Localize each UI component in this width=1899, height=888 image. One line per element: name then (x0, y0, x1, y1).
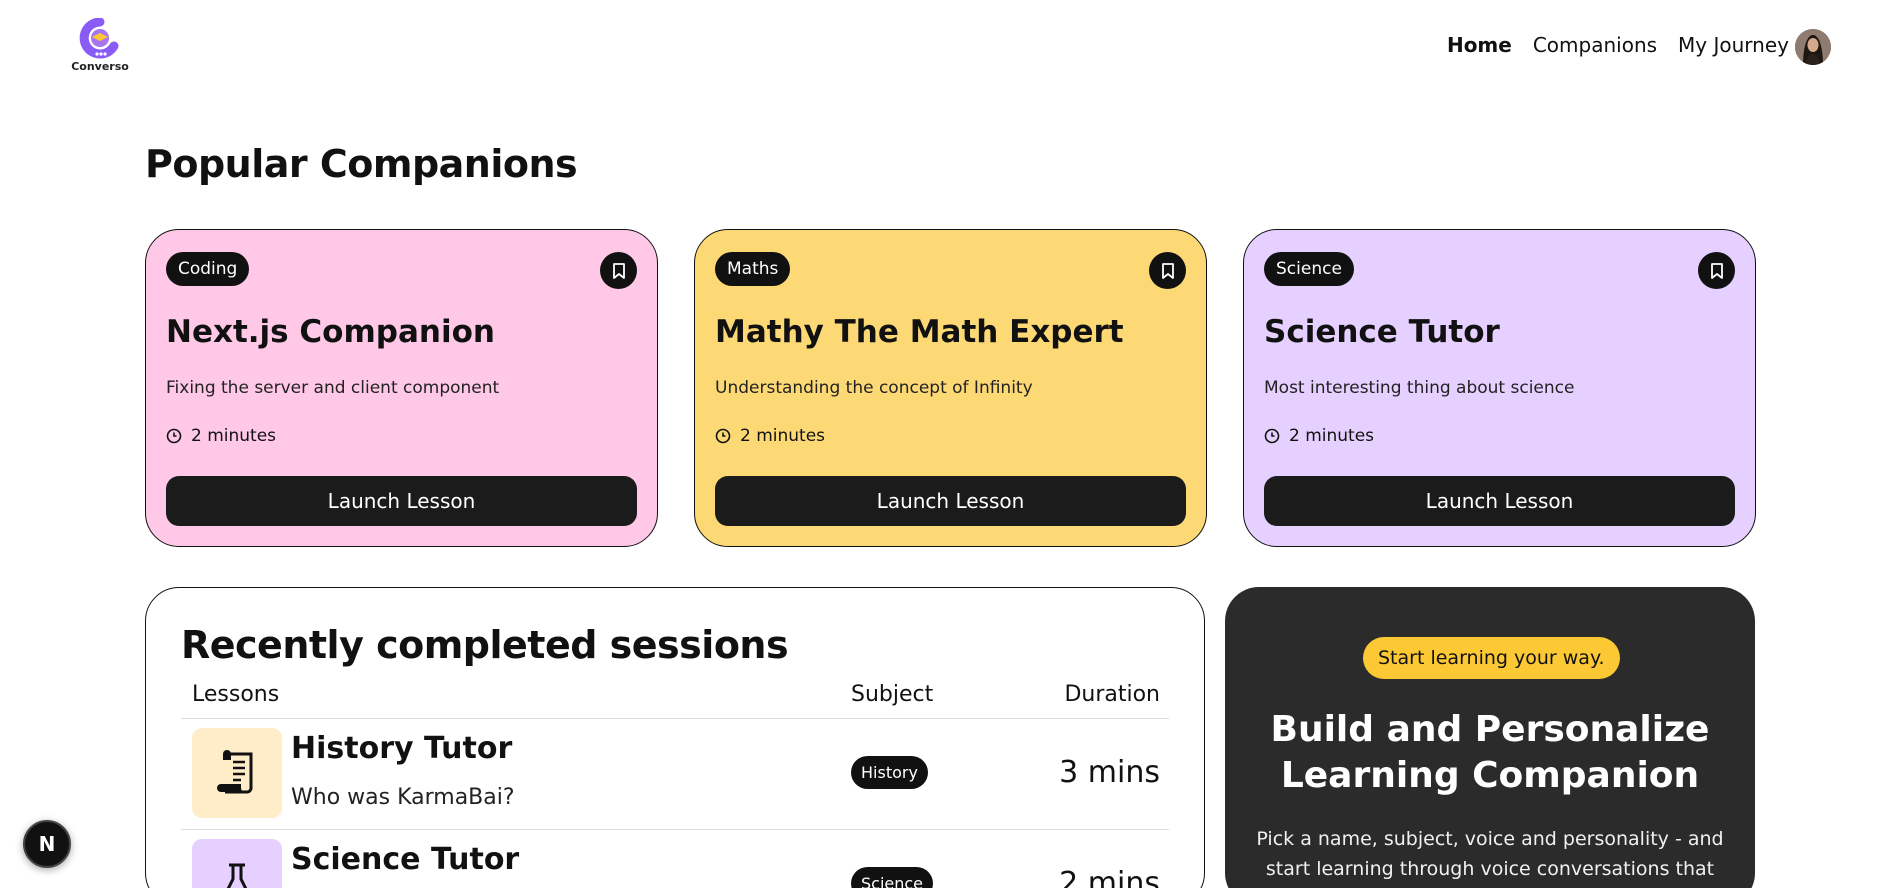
row-companion-name: Science Tutor (291, 842, 520, 877)
row-topic: Who was KarmaBai? (291, 785, 515, 810)
bookmark-button[interactable] (1698, 252, 1735, 289)
logo[interactable]: Converso (70, 17, 130, 76)
row-companion-name: History Tutor (291, 731, 513, 766)
nav-home-link[interactable]: Home (1447, 33, 1512, 57)
nav-companions-link[interactable]: Companions (1533, 33, 1657, 57)
bookmark-icon (612, 262, 625, 279)
bookmark-button[interactable] (1149, 252, 1186, 289)
logo-icon (79, 17, 119, 59)
avatar-image (1795, 29, 1831, 65)
companion-topic: Most interesting thing about science (1264, 378, 1575, 398)
companion-cards: Coding Next.js Companion Fixing the serv… (145, 229, 1756, 547)
duration-text: 2 minutes (1289, 426, 1375, 446)
companion-card: Science Science Tutor Most interesting t… (1243, 229, 1756, 547)
cta-panel: Start learning your way. Build and Perso… (1225, 587, 1755, 888)
navbar: Converso Home Companions My Journey (0, 0, 1899, 95)
row-divider (181, 829, 1169, 830)
subject-badge: Maths (715, 252, 791, 286)
launch-lesson-button[interactable]: Launch Lesson (715, 476, 1186, 526)
row-subject-badge: Science (851, 867, 934, 888)
companion-duration: 2 minutes (166, 426, 637, 446)
column-header-subject: Subject (851, 682, 934, 707)
bookmark-button[interactable] (600, 252, 637, 289)
popular-companions-title: Popular Companions (145, 142, 578, 186)
recent-sessions-title: Recently completed sessions (181, 623, 789, 667)
header-divider (181, 718, 1169, 719)
subject-badge: Science (1264, 252, 1354, 286)
companion-duration: 2 minutes (715, 426, 1186, 446)
companion-topic: Fixing the server and client component (166, 378, 500, 398)
row-icon-box (192, 728, 282, 818)
scroll-icon (217, 750, 253, 794)
row-duration: 3 mins (1059, 755, 1160, 790)
subject-badge: Coding (166, 252, 250, 286)
duration-text: 2 minutes (191, 426, 277, 446)
companion-name: Science Tutor (1264, 314, 1500, 350)
duration-text: 2 minutes (740, 426, 826, 446)
companion-topic: Understanding the concept of Infinity (715, 378, 1033, 398)
bookmark-icon (1161, 262, 1174, 279)
companion-name: Next.js Companion (166, 314, 495, 350)
recent-sessions-panel: Recently completed sessions Lessons Subj… (145, 587, 1205, 888)
launch-lesson-button[interactable]: Launch Lesson (166, 476, 637, 526)
cta-pill: Start learning your way. (1363, 637, 1620, 679)
logo-text: Converso (71, 60, 129, 73)
nextjs-dev-button[interactable]: N (23, 820, 71, 868)
companion-card: Maths Mathy The Math Expert Understandin… (694, 229, 1207, 547)
flask-icon (226, 863, 248, 888)
nav-journey-link[interactable]: My Journey (1678, 33, 1789, 57)
nav-links: Home Companions My Journey (1447, 33, 1789, 57)
clock-icon (715, 428, 731, 444)
column-header-lessons: Lessons (192, 682, 280, 707)
companion-card: Coding Next.js Companion Fixing the serv… (145, 229, 658, 547)
row-subject-badge: History (851, 756, 928, 789)
cta-title: Build and Personalize Learning Companion (1270, 709, 1710, 796)
row-icon-box (192, 839, 282, 888)
clock-icon (1264, 428, 1280, 444)
companion-duration: 2 minutes (1264, 426, 1735, 446)
bookmark-icon (1710, 262, 1723, 279)
row-duration: 2 mins (1059, 866, 1160, 888)
clock-icon (166, 428, 182, 444)
launch-lesson-button[interactable]: Launch Lesson (1264, 476, 1735, 526)
companion-name: Mathy The Math Expert (715, 314, 1124, 350)
cta-description: Pick a name, subject, voice and personal… (1256, 828, 1724, 880)
column-header-duration: Duration (1064, 682, 1160, 707)
user-avatar[interactable] (1795, 29, 1831, 65)
